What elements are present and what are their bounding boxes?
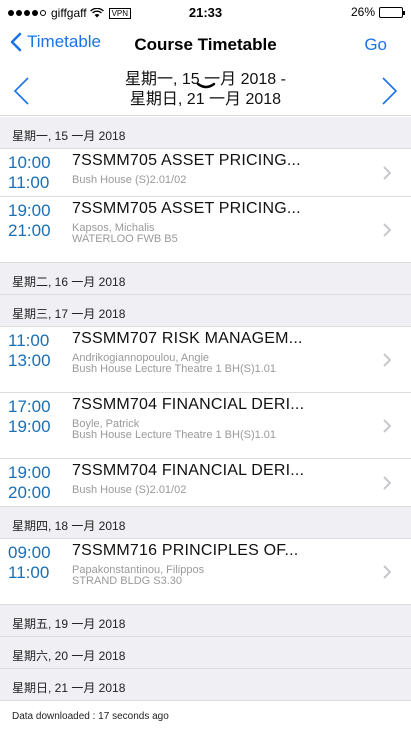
date-range-label: 星期一, 15 一月 2018 - 星期日, 21 一月 2018 xyxy=(60,70,351,110)
event-details: Kapsos, Michalis WATERLOO FWB B5 xyxy=(72,223,178,245)
day-header: 星期日, 21 一月 2018 xyxy=(0,669,411,701)
date-range-end: 星期日, 21 一月 2018 xyxy=(129,91,282,108)
chevron-right-icon xyxy=(383,564,391,579)
event-start-time: 09:00 xyxy=(8,543,51,562)
event-time: 09:00 11:00 xyxy=(8,543,51,583)
battery-status: 26% xyxy=(350,5,405,19)
event-row[interactable]: 11:00 13:00 7SSMM707 RISK MANAGEM... And… xyxy=(0,327,411,393)
event-location: Bush House (S)2.01/02 xyxy=(72,174,187,186)
battery-percent: 26% xyxy=(350,5,375,19)
event-time: 19:00 21:00 xyxy=(8,201,51,241)
chevron-right-icon xyxy=(383,222,391,237)
event-location: Bush House Lecture Theatre 1 BH(S)1.01 xyxy=(72,363,277,375)
day-header: 星期六, 20 一月 2018 xyxy=(0,637,411,669)
day-header: 星期二, 16 一月 2018 xyxy=(0,263,411,295)
event-time: 19:00 20:00 xyxy=(8,463,51,503)
event-row[interactable]: 19:00 21:00 7SSMM705 ASSET PRICING... Ka… xyxy=(0,197,411,263)
back-label: Timetable xyxy=(27,32,102,51)
event-details: Andrikogiannopoulou, Angie Bush House Le… xyxy=(72,353,276,375)
event-title: 7SSMM705 ASSET PRICING... xyxy=(72,200,301,217)
date-range-start: 星期一, 15 一月 2018 - xyxy=(125,71,286,88)
event-time: 17:00 19:00 xyxy=(8,397,51,437)
event-title: 7SSMM707 RISK MANAGEM... xyxy=(72,330,303,347)
event-location: STRAND BLDG S3.30 xyxy=(72,575,183,587)
chevron-right-icon xyxy=(383,352,391,367)
event-start-time: 19:00 xyxy=(8,201,51,220)
status-time: 21:33 xyxy=(188,5,223,20)
chevron-right-icon xyxy=(383,418,391,433)
event-row[interactable]: 10:00 11:00 7SSMM705 ASSET PRICING... Bu… xyxy=(0,149,411,197)
day-header: 星期四, 18 一月 2018 xyxy=(0,507,411,539)
event-start-time: 11:00 xyxy=(8,331,50,350)
event-end-time: 13:00 xyxy=(8,351,51,370)
event-details: Papakonstantinou, Filippos STRAND BLDG S… xyxy=(72,565,204,587)
event-end-time: 19:00 xyxy=(8,417,51,436)
battery-icon xyxy=(379,6,405,18)
chevron-right-icon xyxy=(383,165,391,180)
event-location: WATERLOO FWB B5 xyxy=(72,233,178,245)
event-title: 7SSMM704 FINANCIAL DERI... xyxy=(72,462,305,479)
event-start-time: 19:00 xyxy=(8,463,51,482)
chevron-left-icon xyxy=(10,32,22,52)
timetable-list[interactable]: 星期一, 15 一月 2018 10:00 11:00 7SSMM705 ASS… xyxy=(0,117,411,731)
event-title: 7SSMM704 FINANCIAL DERI... xyxy=(72,396,305,413)
day-header: 星期一, 15 一月 2018 xyxy=(0,117,411,149)
status-bar: giffgaff VPN 21:33 26% xyxy=(0,0,411,26)
event-details: Bush House (S)2.01/02 xyxy=(72,175,186,186)
event-time: 10:00 11:00 xyxy=(8,153,51,193)
event-start-time: 17:00 xyxy=(8,397,51,416)
event-title: 7SSMM705 ASSET PRICING... xyxy=(72,152,301,169)
event-details: Bush House (S)2.01/02 xyxy=(72,485,186,496)
navigation-bar: Timetable Course Timetable Go xyxy=(0,26,411,89)
event-location: Bush House (S)2.01/02 xyxy=(72,484,187,496)
event-title: 7SSMM716 PRINCIPLES OF... xyxy=(72,542,299,559)
back-button[interactable]: Timetable xyxy=(10,32,101,52)
event-row[interactable]: 17:00 19:00 7SSMM704 FINANCIAL DERI... B… xyxy=(0,393,411,459)
event-end-time: 11:00 xyxy=(8,173,50,192)
event-end-time: 11:00 xyxy=(8,563,50,582)
previous-week-arrow-icon[interactable] xyxy=(12,76,30,106)
event-end-time: 21:00 xyxy=(8,221,51,240)
event-end-time: 20:00 xyxy=(8,483,51,502)
event-start-time: 10:00 xyxy=(8,153,51,172)
event-row[interactable]: 19:00 20:00 7SSMM704 FINANCIAL DERI... B… xyxy=(0,459,411,507)
day-header: 星期三, 17 一月 2018 xyxy=(0,295,411,327)
chevron-right-icon xyxy=(383,475,391,490)
next-week-arrow-icon[interactable] xyxy=(381,76,399,106)
download-status: Data downloaded : 17 seconds ago xyxy=(0,701,411,731)
event-time: 11:00 13:00 xyxy=(8,331,51,371)
go-button[interactable]: Go xyxy=(364,35,387,55)
date-range-selector: 星期一, 15 一月 2018 - 星期日, 21 一月 2018 xyxy=(0,66,411,116)
event-row[interactable]: 09:00 11:00 7SSMM716 PRINCIPLES OF... Pa… xyxy=(0,539,411,605)
day-header: 星期五, 19 一月 2018 xyxy=(0,605,411,637)
event-details: Boyle, Patrick Bush House Lecture Theatr… xyxy=(72,419,276,441)
event-location: Bush House Lecture Theatre 1 BH(S)1.01 xyxy=(72,429,277,441)
